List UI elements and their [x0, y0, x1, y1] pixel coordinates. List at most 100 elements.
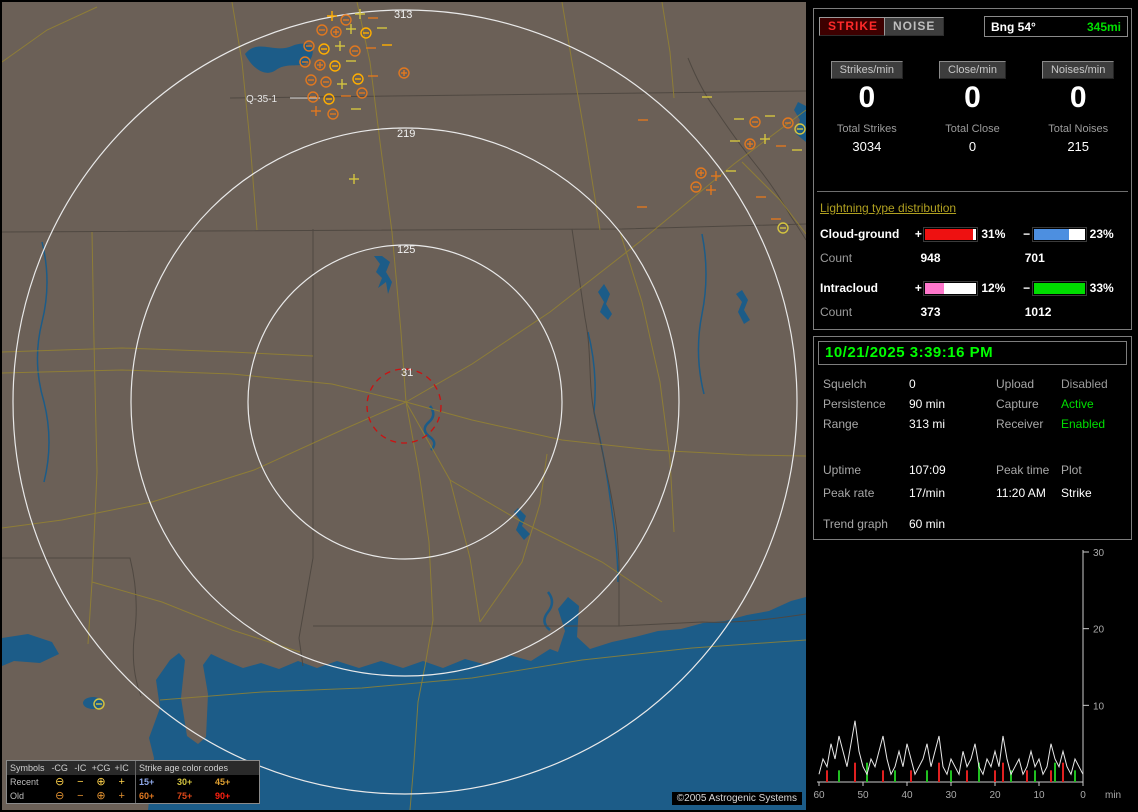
recent-row-label: Recent	[10, 777, 39, 787]
trend-graph-canvas: 10 20 30 60 50 40 30 20 10 0 min	[813, 548, 1121, 801]
capture-value: Active	[1061, 397, 1094, 411]
col-neg-cg: -CG	[51, 763, 68, 773]
recent-pos-ic-icon: +	[118, 776, 125, 788]
bearing-range: 345mi	[1086, 19, 1121, 34]
uptime-row: Uptime 107:09 Peak time Plot	[814, 463, 1131, 481]
cloud-ground-count-row: Count 948 701	[820, 251, 1129, 265]
close-per-min-button[interactable]: Close/min	[939, 61, 1006, 79]
status-panel: 10/21/2025 3:39:16 PM Squelch 0 Upload D…	[813, 336, 1132, 540]
minus-sign: −	[1023, 281, 1031, 295]
total-strikes-value: 3034	[852, 139, 882, 154]
ring-label-313: 313	[394, 9, 412, 21]
cg-plus-bar	[923, 226, 979, 242]
trend-graph: 10 20 30 60 50 40 30 20 10 0 min	[813, 546, 1134, 812]
peak-rate-row: Peak rate 17/min 11:20 AM Strike	[814, 486, 1131, 504]
distribution-title: Lightning type distribution	[820, 201, 957, 215]
trend-graph-value: 60 min	[909, 517, 946, 531]
strikes-per-min-value: 0	[858, 81, 876, 114]
receiver-value: Enabled	[1061, 417, 1106, 431]
old-neg-cg-icon: ⊖	[55, 790, 65, 802]
upload-value: Disabled	[1061, 377, 1108, 391]
svg-text:20: 20	[989, 790, 1001, 801]
ic-minus-pct: 33%	[1089, 281, 1114, 295]
divider	[817, 191, 1128, 192]
cg-plus-count: 948	[920, 251, 941, 265]
intracloud-row: Intracloud + 12% − 33%	[820, 280, 1129, 296]
close-per-min-value: 0	[964, 81, 981, 114]
lightning-map[interactable]: 313 219 125 31 Q-35-1 Symbols -CG -IC +C…	[2, 2, 806, 810]
rate-columns: Strikes/min 0 Total Strikes 3034 Close/m…	[814, 61, 1131, 154]
peak-rate-value: 17/min	[909, 486, 946, 500]
total-close-label: Total Close	[945, 123, 1000, 135]
cloud-ground-label: Cloud-ground	[820, 227, 900, 241]
svg-text:40: 40	[901, 790, 913, 801]
trend-graph-label: Trend graph	[823, 517, 888, 531]
nexstorm-app: 313 219 125 31 Q-35-1 Symbols -CG -IC +C…	[0, 0, 1138, 812]
sidebar: STRIKE NOISE Bng 54° 345mi Strikes/min 0…	[813, 0, 1134, 812]
total-noises-value: 215	[1067, 139, 1090, 154]
squelch-label: Squelch	[823, 377, 867, 391]
svg-text:30: 30	[945, 790, 957, 801]
cg-plus-pct: 31%	[981, 227, 1006, 241]
svg-text:0: 0	[1080, 790, 1086, 801]
svg-text:10: 10	[1033, 790, 1045, 801]
bearing-display[interactable]: Bng 54° 345mi	[984, 16, 1128, 37]
svg-text:10: 10	[1093, 701, 1105, 712]
ic-plus-pct: 12%	[981, 281, 1006, 295]
capture-label: Capture	[996, 397, 1039, 411]
strikes-column: Strikes/min 0 Total Strikes 3034	[814, 61, 920, 154]
ic-plus-bar	[923, 280, 979, 296]
ring-label-31: 31	[401, 367, 413, 379]
ic-minus-count: 1012	[1024, 305, 1052, 319]
age-90: 90+	[215, 791, 231, 801]
col-neg-ic: -IC	[74, 763, 87, 773]
upload-label: Upload	[996, 377, 1035, 391]
range-value: 313 mi	[909, 417, 946, 431]
col-pos-cg: +CG	[91, 763, 111, 773]
ring-label-125: 125	[397, 244, 415, 256]
stats-panel: STRIKE NOISE Bng 54° 345mi Strikes/min 0…	[813, 8, 1132, 330]
noises-per-min-button[interactable]: Noises/min	[1041, 61, 1115, 79]
old-neg-ic-icon: −	[77, 790, 84, 802]
cg-minus-bar	[1031, 226, 1087, 242]
datetime-display: 10/21/2025 3:39:16 PM	[818, 341, 1127, 365]
peak-rate-label: Peak rate	[823, 486, 875, 500]
age-75: 75+	[177, 791, 193, 801]
age-15: 15+	[139, 777, 155, 787]
recent-pos-cg-icon: ⊕	[96, 776, 106, 788]
noise-button[interactable]: NOISE	[884, 17, 945, 36]
age-title: Strike age color codes	[139, 763, 229, 773]
old-row-label: Old	[10, 791, 25, 801]
count-label: Count	[820, 305, 853, 319]
plus-sign: +	[914, 281, 922, 295]
receiver-label: Receiver	[996, 417, 1044, 431]
map-legend: Symbols -CG -IC +CG +IC Recent ⊖ − ⊕ + O…	[6, 760, 260, 804]
recent-neg-ic-icon: −	[77, 776, 84, 788]
ic-minus-bar	[1031, 280, 1087, 296]
persistence-value: 90 min	[909, 397, 946, 411]
range-label: Range	[823, 417, 859, 431]
ring-label-219: 219	[397, 128, 415, 140]
intracloud-label: Intracloud	[820, 281, 879, 295]
settings-row: Squelch 0 Upload Disabled	[814, 377, 1131, 395]
peak-time-label: Peak time	[996, 463, 1050, 477]
plot-label: Plot	[1061, 463, 1082, 477]
uptime-label: Uptime	[823, 463, 862, 477]
peak-time-value: 11:20 AM	[996, 486, 1046, 500]
recent-neg-cg-icon: ⊖	[55, 776, 65, 788]
cg-minus-pct: 23%	[1089, 227, 1114, 241]
squelch-value: 0	[909, 377, 916, 391]
storm-cell-label: Q-35-1	[246, 94, 278, 105]
strikes-per-min-button[interactable]: Strikes/min	[830, 61, 904, 79]
cloud-ground-row: Cloud-ground + 31% − 23%	[820, 226, 1129, 242]
bearing-label: Bng 54°	[991, 19, 1036, 34]
persistence-label: Persistence	[823, 397, 886, 411]
minus-sign: −	[1023, 227, 1031, 241]
copyright: ©2005 Astrogenic Systems	[671, 792, 802, 805]
ic-plus-count: 373	[920, 305, 941, 319]
total-strikes-label: Total Strikes	[836, 123, 897, 135]
strike-button[interactable]: STRIKE	[819, 17, 888, 36]
count-label: Count	[820, 251, 853, 265]
svg-text:60: 60	[813, 790, 825, 801]
cg-minus-count: 701	[1024, 251, 1045, 265]
